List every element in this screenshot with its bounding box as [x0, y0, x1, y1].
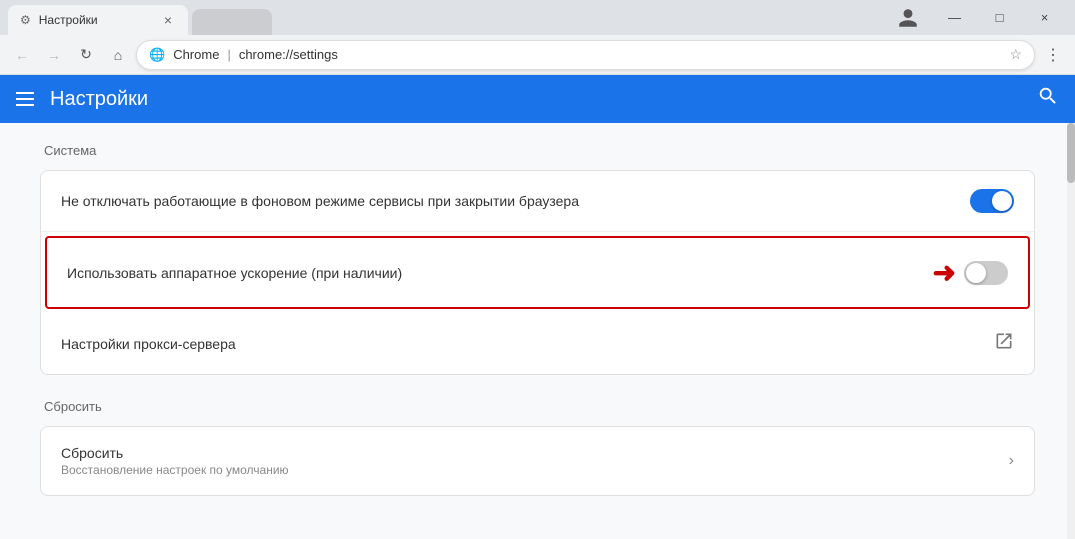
toggle-track-on: [970, 189, 1014, 213]
close-button[interactable]: ×: [1022, 0, 1067, 35]
url-path: chrome://settings: [239, 47, 338, 62]
background-services-label: Не отключать работающие в фоновом режиме…: [61, 193, 970, 209]
reset-settings-card: Сбросить Восстановление настроек по умол…: [40, 426, 1035, 496]
red-arrow-icon: ➜: [933, 256, 956, 289]
home-button[interactable]: ⌂: [104, 41, 132, 69]
search-svg: [1037, 85, 1059, 107]
scrollbar[interactable]: [1067, 123, 1075, 539]
hamburger-line-2: [16, 98, 34, 100]
system-settings-card: Не отключать работающие в фоновом режиме…: [40, 170, 1035, 375]
hardware-acceleration-label: Использовать аппаратное ускорение (при н…: [67, 265, 933, 281]
user-icon-area[interactable]: [892, 2, 924, 34]
toggle-thumb-off: [966, 263, 986, 283]
tab-bar: ⚙ Настройки ×: [8, 0, 892, 35]
hardware-acceleration-wrapper: Использовать аппаратное ускорение (при н…: [41, 232, 1034, 313]
tab-close-button[interactable]: ×: [160, 12, 176, 28]
forward-button[interactable]: →: [40, 41, 68, 69]
hardware-acceleration-toggle[interactable]: [964, 261, 1008, 285]
search-icon[interactable]: [1037, 85, 1059, 113]
toggle-track-off: [964, 261, 1008, 285]
scrollbar-thumb[interactable]: [1067, 123, 1075, 183]
chrome-header: Настройки: [0, 75, 1075, 123]
back-button[interactable]: ←: [8, 41, 36, 69]
background-services-row: Не отключать работающие в фоновом режиме…: [41, 171, 1034, 232]
arrow-toggle-group: ➜: [933, 256, 1008, 289]
section-title-reset: Сбросить: [40, 399, 1035, 414]
hamburger-line-1: [16, 92, 34, 94]
hamburger-menu-button[interactable]: [16, 92, 34, 106]
addressbar: ← → ↻ ⌂ 🌐 Chrome | chrome://settings ☆ ⋮: [0, 35, 1075, 75]
window-controls: — □ ×: [932, 0, 1067, 35]
tab-title: Настройки: [39, 13, 152, 27]
user-icon: [897, 7, 919, 29]
chevron-right-icon: ›: [1009, 452, 1014, 470]
brand-label: Chrome: [173, 47, 219, 62]
proxy-settings-label: Настройки прокси-сервера: [61, 336, 994, 352]
maximize-button[interactable]: □: [977, 0, 1022, 35]
proxy-settings-row[interactable]: Настройки прокси-сервера: [41, 313, 1034, 374]
titlebar: ⚙ Настройки × — □ ×: [0, 0, 1075, 35]
reset-row[interactable]: Сбросить Восстановление настроек по умол…: [41, 427, 1034, 495]
background-services-toggle[interactable]: [970, 189, 1014, 213]
external-link-icon: [994, 331, 1014, 356]
gear-icon: ⚙: [20, 13, 31, 27]
page-title: Настройки: [50, 88, 1021, 111]
active-tab[interactable]: ⚙ Настройки ×: [8, 5, 188, 35]
toggle-thumb: [992, 191, 1012, 211]
globe-icon: 🌐: [149, 47, 165, 63]
bookmark-star-icon[interactable]: ☆: [1009, 46, 1022, 63]
url-bar[interactable]: 🌐 Chrome | chrome://settings ☆: [136, 40, 1035, 70]
main-content: Система Не отключать работающие в фоново…: [0, 123, 1075, 539]
inactive-tab[interactable]: [192, 9, 272, 35]
section-title-system: Система: [40, 143, 1035, 158]
reset-row-title: Сбросить: [61, 445, 1009, 461]
hamburger-line-3: [16, 104, 34, 106]
refresh-button[interactable]: ↻: [72, 41, 100, 69]
reset-row-subtitle: Восстановление настроек по умолчанию: [61, 463, 1009, 477]
chrome-menu-button[interactable]: ⋮: [1039, 41, 1067, 69]
url-separator: |: [227, 47, 230, 62]
reset-row-content: Сбросить Восстановление настроек по умол…: [61, 445, 1009, 477]
minimize-button[interactable]: —: [932, 0, 977, 35]
hardware-acceleration-row: Использовать аппаратное ускорение (при н…: [45, 236, 1030, 309]
